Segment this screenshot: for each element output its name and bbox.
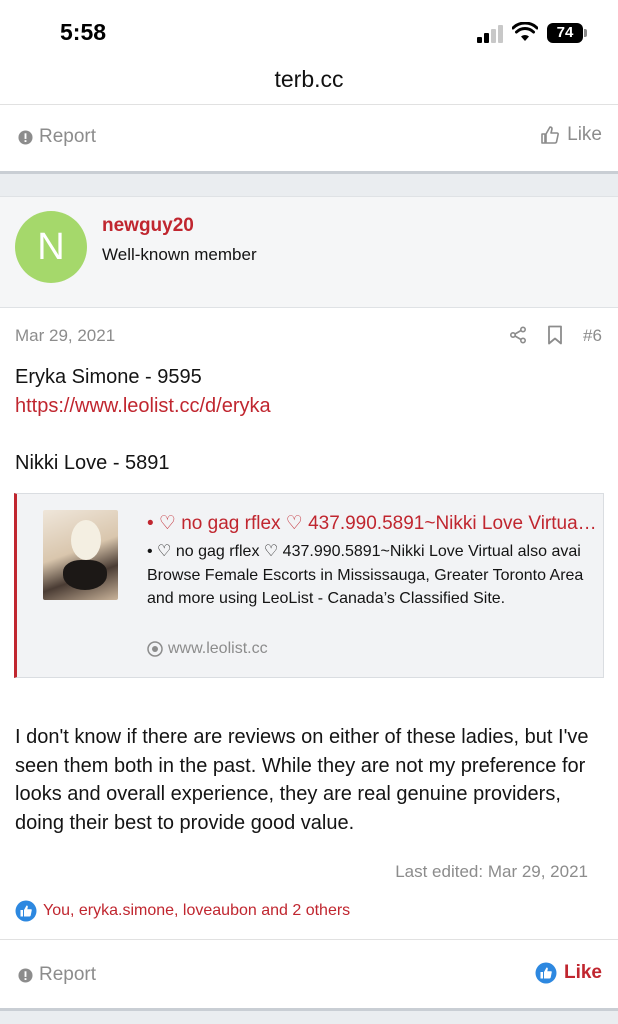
url-bar[interactable]: terb.cc bbox=[0, 62, 618, 104]
post-link[interactable]: https://www.leolist.cc/d/eryka bbox=[15, 395, 271, 418]
like-label: Like bbox=[567, 124, 602, 145]
post-paragraph: I don't know if there are reviews on eit… bbox=[15, 726, 589, 834]
post-number-link[interactable]: #6 bbox=[583, 326, 602, 346]
reactions-text: You, eryka.simone, loveaubon and 2 other… bbox=[43, 902, 351, 919]
wifi-icon bbox=[512, 22, 538, 41]
report-button[interactable]: Report bbox=[18, 126, 96, 148]
post-date[interactable]: Mar 29, 2021 bbox=[15, 326, 115, 346]
thumbs-up-icon bbox=[541, 126, 560, 144]
alert-icon bbox=[18, 129, 33, 145]
status-time: 5:58 bbox=[60, 19, 107, 45]
preview-description: • ♡ no gag rflex ♡ 437.990.5891~Nikki Lo… bbox=[147, 543, 584, 607]
like-reaction-icon bbox=[15, 900, 37, 922]
site-favicon-icon bbox=[147, 641, 163, 657]
share-icon[interactable] bbox=[509, 326, 527, 344]
preview-thumbnail bbox=[43, 510, 118, 600]
divider bbox=[0, 104, 618, 105]
alert-icon bbox=[18, 967, 33, 983]
status-bar: 5:58 74 bbox=[0, 0, 618, 62]
like-button[interactable]: Like bbox=[540, 124, 602, 146]
report-button[interactable]: Report bbox=[18, 964, 96, 986]
link-preview-card[interactable]: • ♡ no gag rflex ♡ 437.990.5891~Nikki Lo… bbox=[14, 493, 604, 678]
user-title: Well-known member bbox=[102, 245, 257, 264]
post-text-line: Eryka Simone - 9595 bbox=[15, 366, 202, 388]
cellular-signal-icon bbox=[477, 25, 505, 43]
report-label: Report bbox=[39, 964, 97, 985]
username-link[interactable]: newguy20 bbox=[102, 215, 194, 237]
battery-nub bbox=[584, 29, 587, 37]
like-button[interactable]: Like bbox=[535, 962, 602, 984]
post-separator bbox=[0, 174, 618, 196]
avatar[interactable]: N bbox=[15, 211, 87, 283]
divider bbox=[0, 939, 618, 940]
like-label: Like bbox=[563, 962, 602, 983]
post-text-line: Nikki Love - 5891 bbox=[15, 452, 170, 474]
bookmark-icon[interactable] bbox=[546, 325, 564, 345]
last-edited: Last edited: Mar 29, 2021 bbox=[395, 862, 588, 881]
thumbs-up-filled-icon bbox=[535, 962, 557, 984]
post-actions: Report Like bbox=[0, 944, 618, 1004]
post-author-header: N newguy20 Well-known member bbox=[0, 196, 618, 308]
previous-post-actions: Report Like bbox=[0, 106, 618, 166]
reactions-summary[interactable]: You, eryka.simone, loveaubon and 2 other… bbox=[15, 900, 350, 922]
preview-title[interactable]: • ♡ no gag rflex ♡ 437.990.5891~Nikki Lo… bbox=[147, 512, 597, 535]
post-separator bbox=[0, 1011, 618, 1024]
battery-indicator: 74 bbox=[547, 23, 583, 43]
preview-domain-label: www.leolist.cc bbox=[168, 640, 268, 657]
report-label: Report bbox=[39, 126, 97, 147]
preview-domain: www.leolist.cc bbox=[147, 640, 268, 658]
